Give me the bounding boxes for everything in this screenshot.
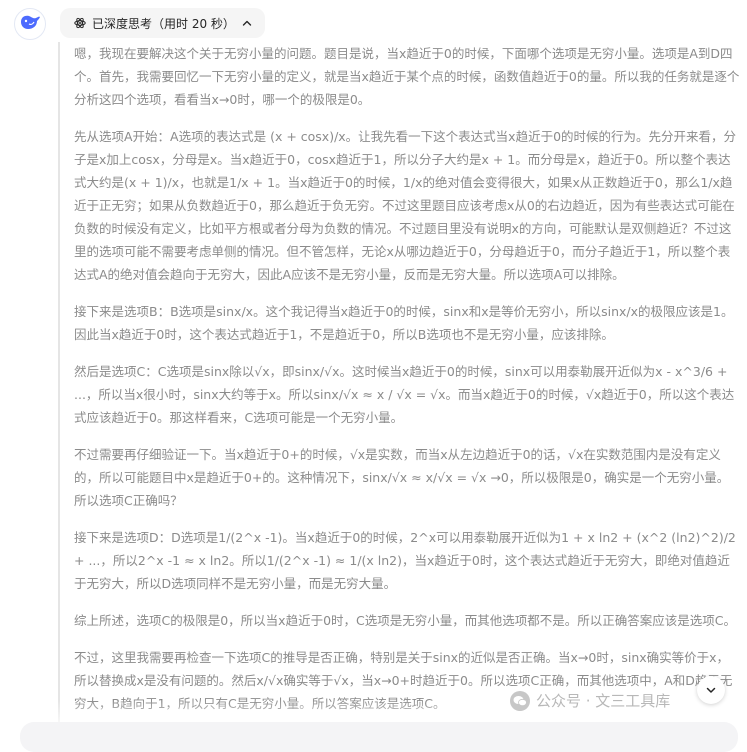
thought-paragraph: 嗯，我现在要解决这个关于无穷小量的问题。题目是说，当x趋近于0的时候，下面哪个选… xyxy=(74,46,740,107)
thought-paragraph: 然后是选项C：C选项是sinx除以√x，即sinx/√x。这时候当x趋近于0的时… xyxy=(74,364,735,425)
thought-paragraph: 接下来是选项D：D选项是1/(2^x -1)。当x趋近于0的时候，2^x可以用泰… xyxy=(74,530,736,591)
wechat-icon xyxy=(510,690,530,711)
watermark-text: 公众号 · 文三工具库 xyxy=(536,692,671,710)
atom-icon xyxy=(74,17,86,29)
deep-think-label: 已深度思考（用时 20 秒） xyxy=(92,16,235,31)
chat-input-box[interactable] xyxy=(20,722,738,752)
deep-think-toggle[interactable]: 已深度思考（用时 20 秒） xyxy=(60,8,265,38)
chevron-up-icon[interactable] xyxy=(241,17,253,29)
chevron-down-icon xyxy=(705,681,717,700)
thought-paragraph: 先从选项A开始：A选项的表达式是 (x + cosx)/x。让我先看一下这个表达… xyxy=(74,129,737,282)
assistant-avatar xyxy=(14,8,46,40)
thought-paragraph: 不过需要再仔细验证一下。当x趋近于0+的时候，√x是实数，而当x从左边趋近于0的… xyxy=(74,447,730,508)
deepseek-whale-icon xyxy=(19,13,41,35)
thought-content: 嗯，我现在要解决这个关于无穷小量的问题。题目是说，当x趋近于0的时候，下面哪个选… xyxy=(58,42,740,729)
thought-paragraph: 综上所述，选项C的极限是0，所以当x趋近于0时，C选项是无穷小量，而其他选项都不… xyxy=(74,613,736,628)
scroll-to-bottom-button[interactable] xyxy=(697,676,725,704)
watermark: 公众号 · 文三工具库 xyxy=(510,690,670,711)
thought-paragraph: 接下来是选项B：B选项是sinx/x。这个我记得当x趋近于0的时候，sinx和x… xyxy=(74,304,734,342)
